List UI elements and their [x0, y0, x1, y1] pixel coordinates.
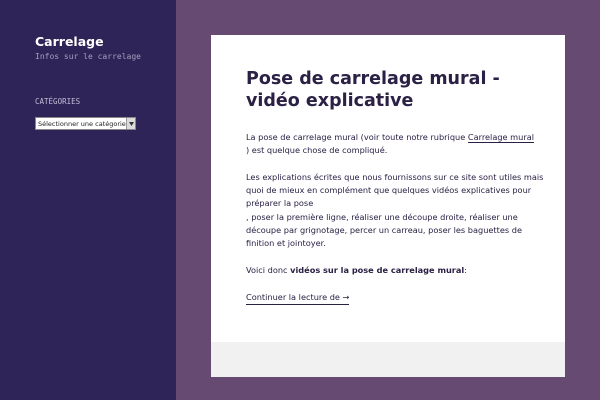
article-footer: [211, 342, 565, 377]
videos-text: Voici donc: [246, 264, 291, 275]
entry-title[interactable]: Pose de carrelage mural - vidéo explicat…: [246, 68, 546, 112]
chevron-down-icon[interactable]: [126, 118, 135, 129]
category-select[interactable]: Sélectionner une catégorie: [35, 117, 136, 130]
videos-paragraph: Voici donc vidéos sur la pose de carrela…: [246, 264, 546, 277]
explanation-paragraph: Les explications écrites que nous fourni…: [246, 171, 546, 251]
intro-text: La pose de carrelage mural (voir toute n…: [246, 132, 468, 142]
explanation-text: Les explications écrites que nous fourni…: [246, 171, 544, 209]
read-more-link[interactable]: Continuer la lecture de →: [246, 291, 350, 305]
categories-widget-title: CATÉGORIES: [35, 97, 81, 106]
category-select-value: Sélectionner une catégorie: [38, 119, 126, 128]
entry-content: La pose de carrelage mural (voir toute n…: [246, 131, 546, 318]
article-card: Pose de carrelage mural - vidéo explicat…: [211, 35, 565, 342]
intro-text-end: ) est quelque chose de compliqué.: [246, 145, 388, 156]
carrelage-mural-link[interactable]: Carrelage mural: [467, 132, 534, 143]
sidebar: Carrelage Infos sur le carrelage CATÉGOR…: [0, 0, 176, 400]
videos-bold-text: vidéos sur la pose de carrelage mural: [290, 264, 465, 275]
intro-paragraph: La pose de carrelage mural (voir toute n…: [246, 131, 546, 158]
read-more-paragraph: Continuer la lecture de →: [246, 291, 546, 305]
videos-colon: :: [464, 264, 467, 275]
site-title[interactable]: Carrelage: [35, 34, 104, 49]
site-description: Infos sur le carrelage: [35, 52, 141, 61]
explanation-text-end: , poser la première ligne, réaliser une …: [246, 211, 522, 249]
